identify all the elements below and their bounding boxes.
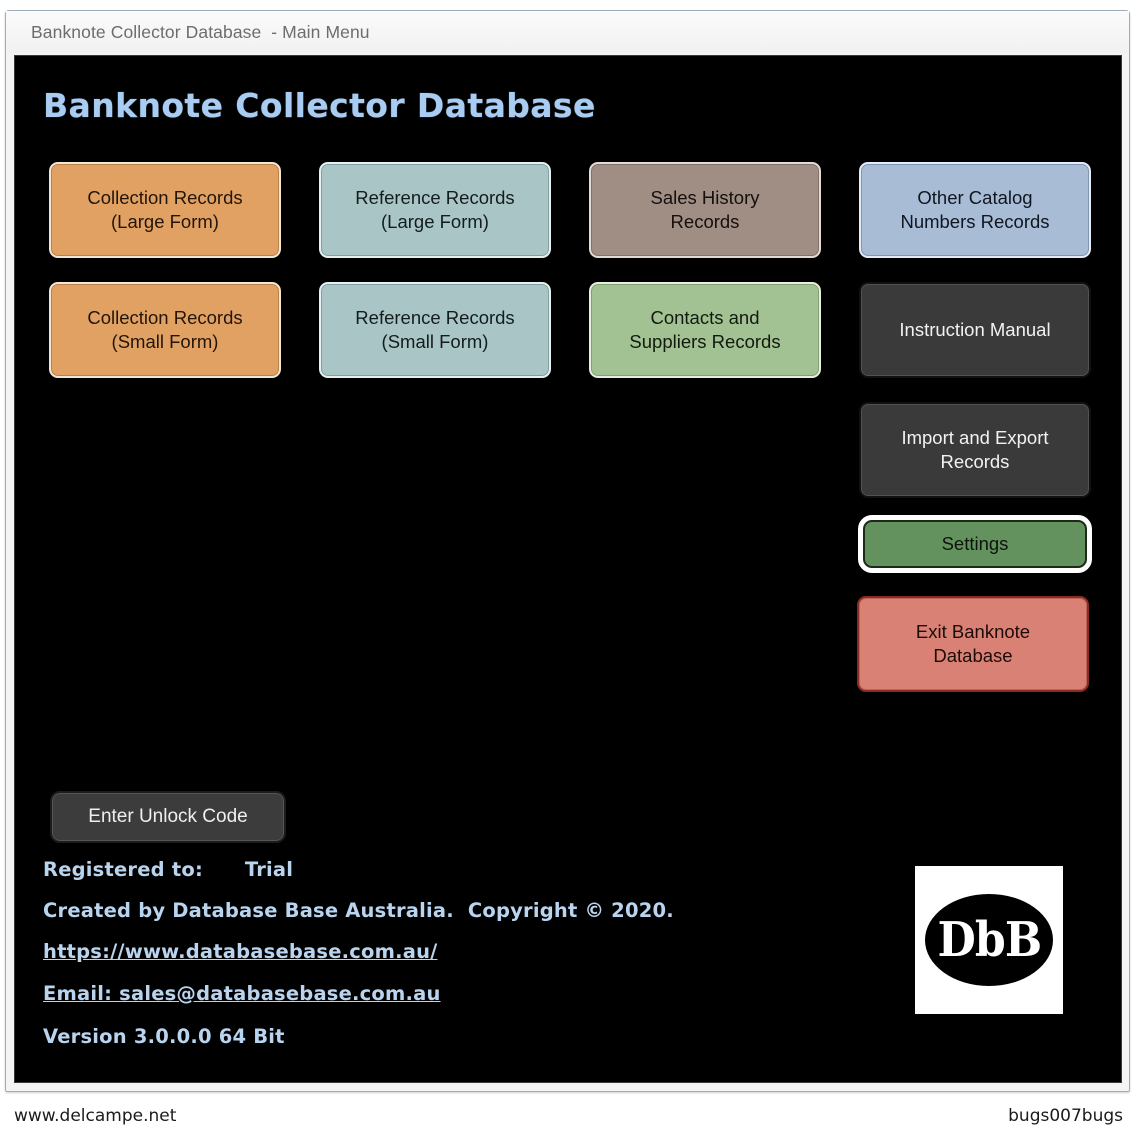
other-catalog-numbers-records-button[interactable]: Other Catalog Numbers Records	[859, 162, 1091, 258]
registered-to-line: Registered to: Trial	[43, 858, 294, 881]
reference-records-small-form-button[interactable]: Reference Records (Small Form)	[319, 282, 551, 378]
logo-ellipse-shape: DbB	[925, 894, 1053, 986]
version-line: Version 3.0.0.0 64 Bit	[43, 1025, 285, 1048]
title-bar: Banknote Collector Database - Main Menu	[6, 11, 1129, 53]
collection-records-small-form-button[interactable]: Collection Records (Small Form)	[49, 282, 281, 378]
watermark-delcampe: www.delcampe.net	[14, 1106, 177, 1126]
contacts-and-suppliers-records-button[interactable]: Contacts and Suppliers Records	[589, 282, 821, 378]
copyright-line: Created by Database Base Australia. Copy…	[43, 899, 674, 922]
application-window: Banknote Collector Database - Main Menu …	[5, 10, 1130, 1092]
reference-records-large-form-button[interactable]: Reference Records (Large Form)	[319, 162, 551, 258]
exit-banknote-database-button[interactable]: Exit Banknote Database	[857, 596, 1089, 692]
main-menu-client-area: Banknote Collector Database Collection R…	[14, 55, 1122, 1083]
dbb-logo: DbB	[915, 866, 1063, 1014]
enter-unlock-code-button[interactable]: Enter Unlock Code	[50, 791, 286, 843]
settings-button[interactable]: Settings	[858, 515, 1092, 573]
page-title: Banknote Collector Database	[43, 86, 596, 125]
logo-text: DbB	[937, 912, 1042, 968]
window-title: Banknote Collector Database - Main Menu	[31, 22, 370, 42]
collection-records-large-form-button[interactable]: Collection Records (Large Form)	[49, 162, 281, 258]
import-and-export-records-button[interactable]: Import and Export Records	[859, 402, 1091, 498]
email-link[interactable]: Email: sales@databasebase.com.au	[43, 982, 441, 1005]
watermark-seller: bugs007bugs	[1008, 1106, 1123, 1126]
instruction-manual-button[interactable]: Instruction Manual	[859, 282, 1091, 378]
website-link[interactable]: https://www.databasebase.com.au/	[43, 940, 438, 963]
sales-history-records-button[interactable]: Sales History Records	[589, 162, 821, 258]
